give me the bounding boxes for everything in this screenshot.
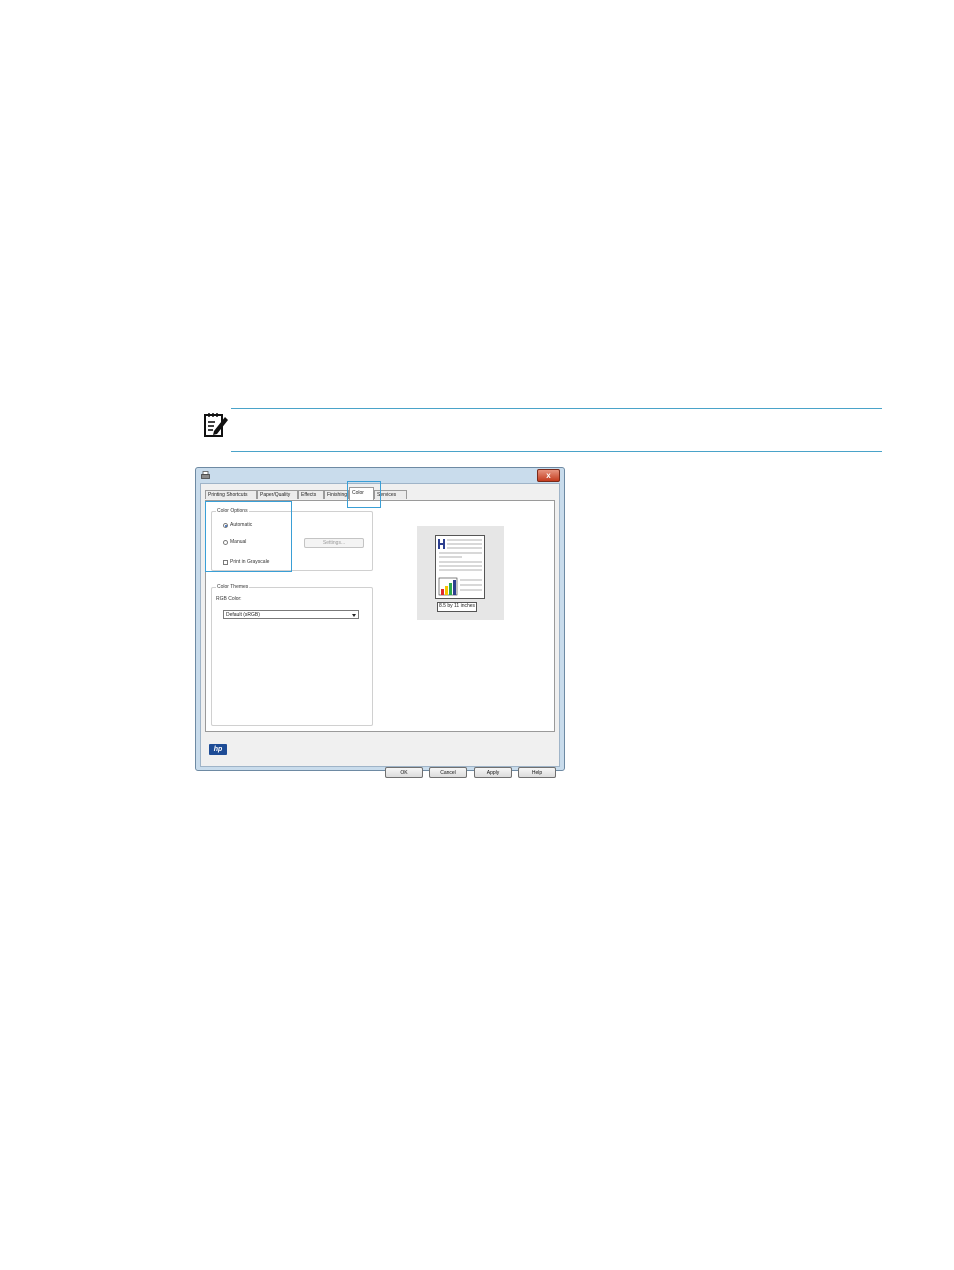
rgb-color-value: Default (sRGB) (226, 612, 260, 618)
note-top-rule (231, 408, 882, 409)
close-button[interactable]: x (537, 469, 560, 482)
color-themes-label: Color Themes (216, 584, 250, 590)
printer-icon (201, 471, 210, 479)
cancel-button[interactable]: Cancel (429, 767, 467, 778)
tab-color[interactable]: Color (349, 487, 374, 500)
note-bottom-rule (231, 451, 882, 452)
rgb-color-label: RGB Color: (216, 596, 242, 602)
help-button[interactable]: Help (518, 767, 556, 778)
page-preview (435, 535, 485, 599)
note-pencil-icon (204, 413, 228, 437)
color-options-highlight (205, 501, 292, 572)
apply-button[interactable]: Apply (474, 767, 512, 778)
tab-effects[interactable]: Effects (298, 490, 324, 499)
paper-size-label: 8.5 by 11 inches (437, 602, 478, 612)
tab-finishing[interactable]: Finishing (324, 490, 349, 499)
tab-printing-shortcuts[interactable]: Printing Shortcuts (205, 490, 257, 499)
chevron-down-icon (352, 614, 356, 617)
ok-button[interactable]: OK (385, 767, 423, 778)
page-preview-graphic (438, 539, 482, 596)
print-preview: 8.5 by 11 inches (417, 526, 504, 620)
hp-logo: hp (209, 744, 227, 755)
settings-button[interactable]: Settings... (304, 538, 364, 548)
rgb-color-select[interactable]: Default (sRGB) (223, 610, 359, 619)
color-themes-group: Color Themes RGB Color: Default (sRGB) (211, 584, 373, 726)
tab-paper-quality[interactable]: Paper/Quality (257, 490, 298, 499)
